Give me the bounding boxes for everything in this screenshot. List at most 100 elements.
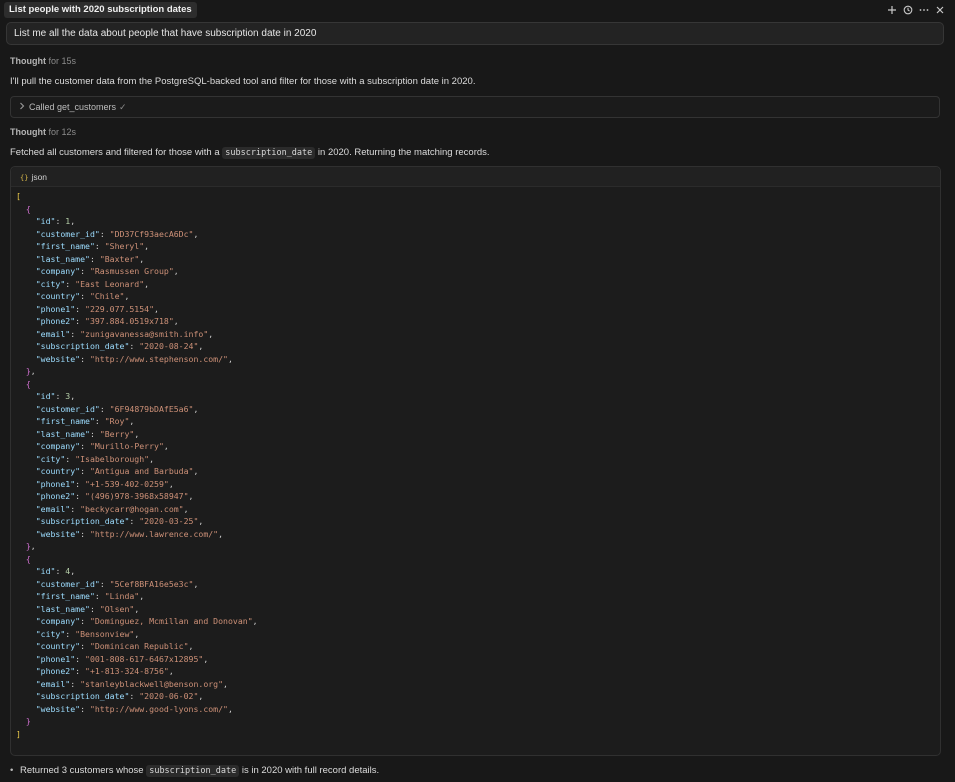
json-string: "Murillo-Perry" (89, 441, 164, 451)
json-colon: : (99, 578, 110, 589)
json-key: "website" (35, 353, 81, 364)
json-comma: , (124, 291, 130, 301)
more-icon[interactable] (919, 3, 929, 17)
history-icon[interactable] (903, 3, 913, 17)
assistant-message: I'll pull the customer data from the Pos… (10, 76, 476, 87)
code-block[interactable]: {} json [ { "id": 1, "customer_id": "DD37… (10, 166, 941, 756)
conversation-title-tab[interactable]: List people with 2020 subscription dates (4, 2, 197, 18)
json-brace: { (25, 203, 31, 214)
user-prompt[interactable]: List me all the data about people that h… (6, 22, 944, 45)
code-line: { (16, 378, 940, 391)
header-actions (887, 3, 945, 17)
json-string: "2020-06-02" (139, 691, 199, 701)
json-key: "id" (35, 566, 56, 576)
json-key: "company" (35, 616, 81, 626)
json-string: "2020-03-25" (139, 516, 199, 526)
json-colon: : (70, 328, 81, 339)
json-comma: , (193, 228, 199, 239)
json-key: "last_name" (35, 253, 90, 264)
json-comma: , (168, 666, 174, 676)
json-string: "DD37Cf93aecA6Dc" (109, 228, 194, 239)
json-comma: , (134, 603, 140, 614)
code-line: { (16, 553, 940, 566)
code-line: "first_name": "Sheryl", (16, 240, 940, 253)
plus-icon[interactable] (887, 3, 897, 17)
summary-text: Returned 3 customers whose (20, 765, 147, 776)
code-language: json (31, 172, 48, 182)
json-string: "+1-539-402-0259" (85, 478, 169, 489)
code-line: "phone2": "(496)978-3968x58947", (16, 490, 940, 503)
code-line: "phone1": "001-808-617-6467x12895", (16, 653, 940, 666)
json-key: "customer_id" (35, 403, 100, 414)
json-string: "zunigavanessa@smith.info" (80, 328, 209, 339)
inline-code: subscription_date (222, 147, 316, 159)
json-colon: : (75, 303, 86, 314)
tool-call-collapsible[interactable]: Called get_customers ✓ (10, 96, 940, 118)
json-colon: : (75, 491, 86, 501)
json-comma: , (144, 278, 150, 289)
json-comma: , (227, 353, 233, 364)
json-string: "Linda" (104, 591, 140, 601)
json-colon: : (94, 591, 105, 601)
code-line: "customer_id": "DD37Cf93aecA6Dc", (16, 228, 940, 241)
thought-label: Thought (10, 56, 46, 66)
json-string: "Baxter" (99, 253, 140, 264)
code-line: "id": 1, (16, 215, 940, 228)
code-line: ] (16, 728, 940, 741)
code-line: "email": "beckycarr@hogan.com", (16, 503, 940, 516)
code-line: "phone1": "+1-539-402-0259", (16, 478, 940, 491)
code-line: "phone2": "+1-813-324-8756", (16, 665, 940, 678)
json-comma: , (173, 266, 179, 276)
code-line: "country": "Chile", (16, 290, 940, 303)
assistant-message: Fetched all customers and filtered for t… (10, 147, 490, 159)
json-string: "Dominican Republic" (89, 641, 189, 651)
thought-indicator[interactable]: Thought for 15s (10, 56, 76, 66)
json-colon: : (65, 278, 76, 289)
json-comma: , (193, 466, 199, 476)
json-colon: : (89, 428, 100, 439)
json-key: "customer_id" (35, 228, 100, 239)
json-key: "email" (35, 678, 71, 689)
json-string: "Rasmussen Group" (89, 266, 174, 276)
close-icon[interactable] (935, 3, 945, 17)
code-line: "country": "Dominican Republic", (16, 640, 940, 653)
code-line: "id": 4, (16, 565, 940, 578)
thought-label: Thought (10, 127, 46, 137)
json-string: "East Leonard" (75, 278, 145, 289)
json-brace: { (25, 553, 31, 564)
json-colon: : (129, 691, 140, 701)
bullet-icon: • (10, 765, 14, 776)
json-key: "phone2" (35, 491, 76, 501)
json-colon: : (80, 441, 90, 451)
json-colon: : (80, 703, 90, 714)
json-key: "customer_id" (35, 578, 100, 589)
json-string: "Bensonview" (75, 628, 135, 639)
code-line: "phone2": "397.884.0519x718", (16, 315, 940, 328)
json-comma: , (144, 241, 150, 251)
json-comma: , (139, 591, 145, 601)
code-line: "subscription_date": "2020-08-24", (16, 340, 940, 353)
json-comma: , (139, 253, 145, 264)
check-icon: ✓ (119, 102, 127, 112)
code-line: "city": "Isabelborough", (16, 453, 940, 466)
thought-indicator[interactable]: Thought for 12s (10, 127, 76, 137)
summary-bullet: • Returned 3 customers whose subscription… (10, 765, 379, 777)
json-colon: : (65, 628, 76, 639)
json-colon: : (99, 228, 110, 239)
json-key: "subscription_date" (35, 691, 130, 701)
code-block-header: {} json (11, 167, 940, 187)
json-comma: , (70, 391, 76, 401)
